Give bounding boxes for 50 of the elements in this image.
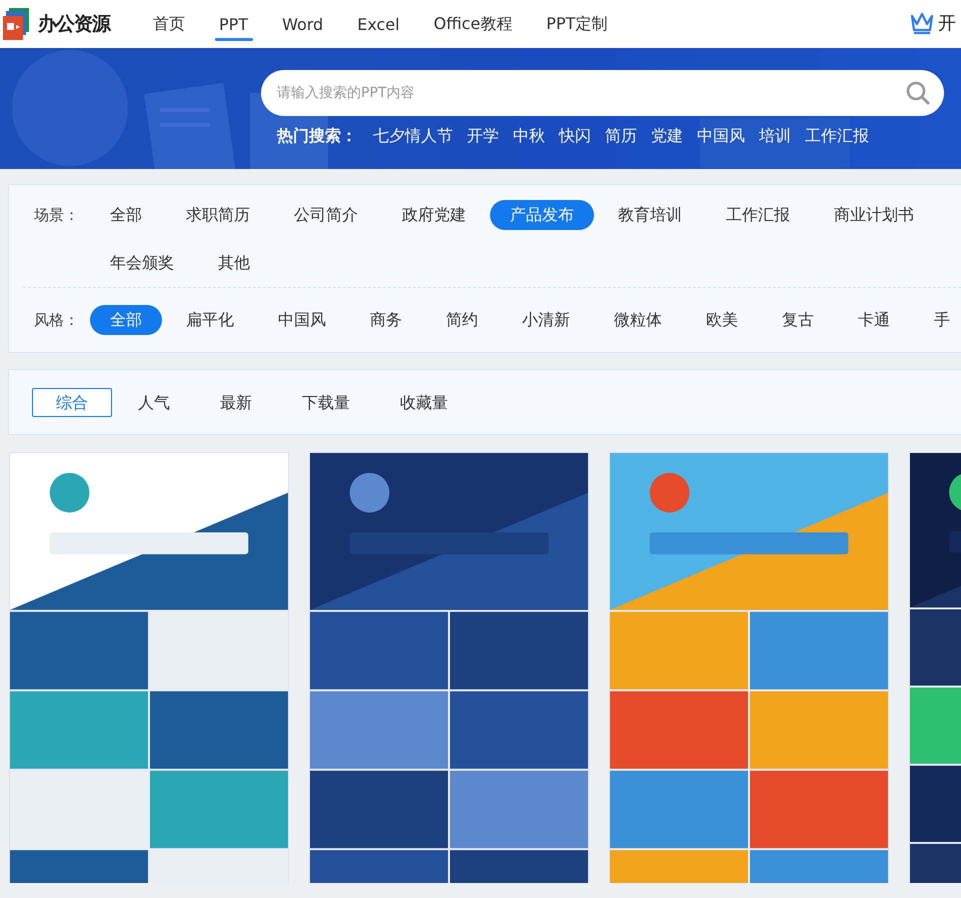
logo-text[interactable]: 办公资源 (38, 11, 110, 37)
filter-option[interactable]: 教育培训 (598, 200, 702, 230)
sort-tab[interactable]: 下载量 (278, 388, 374, 416)
filter-option[interactable]: 商务 (350, 305, 422, 335)
hot-search-link[interactable]: 工作汇报 (805, 126, 869, 147)
hot-search-link[interactable]: 简历 (605, 126, 637, 147)
hot-search-label: 热门搜索： (277, 126, 357, 147)
filter-option[interactable]: 商业计划书 (814, 200, 934, 230)
sort-tab[interactable]: 最新 (196, 388, 276, 416)
search-field[interactable]: 请输入搜索的PPT内容 (261, 70, 944, 116)
filter-option[interactable]: 复古 (762, 305, 834, 335)
filter-option[interactable]: 简约 (426, 305, 498, 335)
filter-label: 场景： (34, 205, 80, 226)
sort-tab[interactable]: 人气 (114, 388, 194, 416)
crown-icon[interactable] (910, 10, 934, 35)
nav-tab[interactable]: 首页 (136, 0, 202, 48)
nav-tab[interactable]: Word (265, 0, 340, 48)
nav-tab[interactable]: PPT (202, 0, 266, 48)
filter-option[interactable]: 手 (914, 305, 961, 335)
filter-option[interactable]: 中国风 (258, 305, 346, 335)
logo-icon[interactable] (3, 7, 31, 41)
hot-search-link[interactable]: 七夕情人节 (373, 126, 453, 147)
filter-option[interactable]: 工作汇报 (706, 200, 810, 230)
hot-search-link[interactable]: 开学 (467, 126, 499, 147)
hot-search-link[interactable]: 中秋 (513, 126, 545, 147)
nav-tab[interactable]: Excel (340, 0, 417, 48)
filter-option[interactable]: 求职简历 (166, 200, 270, 230)
nav-tab[interactable]: PPT定制 (529, 0, 624, 48)
hot-search-link[interactable]: 党建 (651, 126, 683, 147)
filter-option[interactable]: 政府党建 (382, 200, 486, 230)
filter-option[interactable]: 年会颁奖 (90, 248, 194, 278)
hot-search-link[interactable]: 快闪 (559, 126, 591, 147)
filter-option[interactable]: 扁平化 (166, 305, 254, 335)
vip-link[interactable]: 开 (938, 10, 956, 34)
filter-option[interactable]: 小清新 (502, 305, 590, 335)
sort-tab[interactable]: 收藏量 (376, 388, 472, 416)
filter-option[interactable]: 全部 (90, 305, 162, 335)
filter-option[interactable]: 欧美 (686, 305, 758, 335)
hot-search-link[interactable]: 培训 (759, 126, 791, 147)
nav-tab[interactable]: Office教程 (416, 0, 530, 48)
filter-label: 风格： (34, 310, 80, 331)
filter-option[interactable]: 微粒体 (594, 305, 682, 335)
filter-option[interactable]: 全部 (90, 200, 162, 230)
filter-option[interactable]: 产品发布 (490, 200, 594, 230)
hot-search-link[interactable]: 中国风 (697, 126, 745, 147)
sort-tab[interactable]: 综合 (32, 388, 112, 416)
filter-option[interactable]: 其他 (198, 248, 270, 278)
filter-option[interactable]: 公司简介 (274, 200, 378, 230)
filter-option[interactable]: 卡通 (838, 305, 910, 335)
search-icon[interactable] (906, 81, 930, 105)
